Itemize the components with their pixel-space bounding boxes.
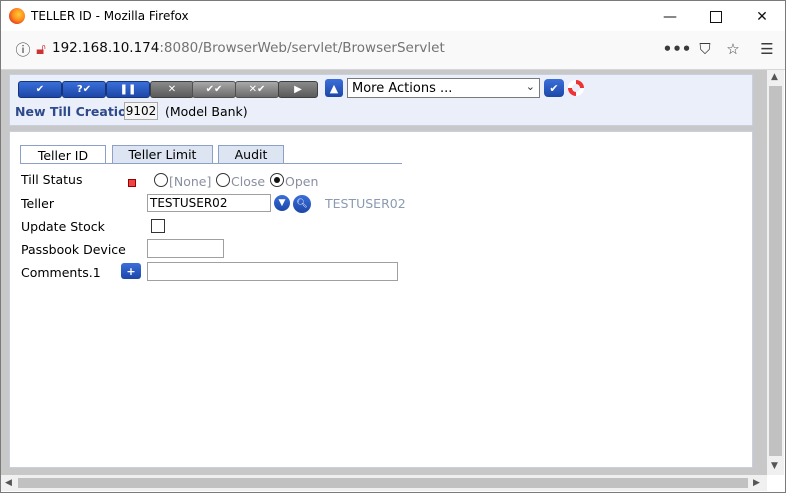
tab-teller-limit[interactable]: Teller Limit	[112, 145, 213, 163]
go-button[interactable]: ✔	[544, 79, 564, 97]
title-bar: TELLER ID - Mozilla Firefox — ✕	[1, 1, 785, 31]
passbook-device-label: Passbook Device	[21, 242, 126, 257]
page-actions-icon[interactable]: •••	[663, 39, 692, 59]
status-option-open-label: Open	[285, 174, 319, 189]
till-id-value: 9102	[124, 102, 158, 120]
maximize-icon	[710, 11, 722, 23]
update-stock-label: Update Stock	[21, 219, 105, 234]
help-lifebuoy-icon[interactable]	[568, 80, 584, 96]
horizontal-scroll-thumb[interactable]	[18, 478, 748, 488]
teller-dropdown-button[interactable]: ▼	[274, 195, 290, 211]
update-stock-checkbox[interactable]	[151, 219, 165, 233]
comments-input[interactable]	[147, 262, 398, 281]
menu-icon[interactable]: ☰	[757, 39, 777, 59]
chevron-down-icon: ⌄	[525, 80, 535, 93]
url-path: :8080/BrowserWeb/servlet/BrowserServlet	[159, 40, 445, 56]
form-panel	[9, 131, 753, 468]
till-status-label: Till Status	[21, 172, 83, 187]
status-radio-close[interactable]	[216, 173, 230, 187]
more-actions-selected: More Actions ...	[352, 80, 453, 96]
authorise-button[interactable]: ✔✔	[192, 81, 236, 98]
add-comment-button[interactable]: +	[121, 263, 141, 279]
chevron-down-icon: ▼	[278, 198, 286, 208]
site-info-icon[interactable]: ⓘ	[15, 39, 31, 59]
teller-enrichment: TESTUSER02	[325, 196, 406, 211]
window-title: TELLER ID - Mozilla Firefox	[31, 9, 189, 23]
status-radio-open[interactable]	[270, 173, 284, 187]
minimize-button[interactable]: —	[647, 2, 693, 32]
scroll-left-arrow-icon[interactable]: ◀	[5, 478, 12, 488]
tab-teller-id[interactable]: Teller ID	[20, 145, 106, 164]
plus-icon: +	[126, 264, 136, 278]
close-window-button[interactable]: ✕	[739, 2, 785, 32]
url-host: 192.168.10.174	[52, 40, 160, 56]
magnifier-icon: 🔍︎	[296, 199, 308, 209]
close-icon: ✕	[756, 9, 768, 25]
bookmark-star-icon[interactable]: ☆	[723, 39, 743, 59]
tab-underline	[20, 163, 402, 164]
maximize-button[interactable]	[693, 2, 739, 32]
delete-button[interactable]: ✕	[150, 81, 194, 98]
passbook-device-input[interactable]	[147, 239, 224, 258]
teller-input[interactable]: TESTUSER02	[147, 194, 271, 212]
scroll-right-arrow-icon[interactable]: ▶	[753, 478, 760, 488]
scroll-up-arrow-icon[interactable]: ▲	[771, 72, 778, 82]
required-field-icon	[128, 179, 136, 187]
hold-button[interactable]: ❚❚	[106, 81, 150, 98]
vertical-scroll-thumb[interactable]	[769, 86, 782, 456]
teller-label: Teller	[21, 196, 54, 211]
url-field[interactable]: 192.168.10.174:8080/BrowserWeb/servlet/B…	[52, 40, 445, 56]
reverse-button[interactable]: ✕✔	[235, 81, 279, 98]
more-actions-dropdown[interactable]: More Actions ... ⌄	[347, 78, 540, 98]
tab-audit[interactable]: Audit	[218, 145, 284, 163]
status-option-none-label: [None]	[169, 174, 212, 189]
navigation-bar: ⓘ 🔓︎ 192.168.10.174:8080/BrowserWeb/serv…	[1, 31, 785, 70]
comments-label: Comments.1	[21, 265, 101, 280]
status-option-close-label: Close	[231, 174, 266, 189]
teller-input-value: TESTUSER02	[150, 196, 228, 210]
screen-title: New Till Creation	[15, 104, 136, 119]
up-arrow-icon[interactable]: ▲	[325, 79, 343, 97]
pocket-icon[interactable]: ⛉	[695, 39, 715, 59]
insecure-lock-icon[interactable]: 🔓︎	[33, 39, 49, 59]
teller-search-button[interactable]: 🔍︎	[293, 195, 311, 213]
validate-button[interactable]: ?✔	[62, 81, 106, 98]
scroll-down-arrow-icon[interactable]: ▼	[771, 461, 778, 471]
firefox-logo-icon	[9, 8, 25, 24]
check-icon: ✔	[549, 81, 559, 95]
view-button[interactable]: ▶	[278, 81, 318, 98]
status-radio-none[interactable]	[154, 173, 168, 187]
minimize-icon: —	[663, 9, 677, 25]
commit-button[interactable]: ✔	[18, 81, 62, 98]
company-name: (Model Bank)	[165, 104, 248, 119]
